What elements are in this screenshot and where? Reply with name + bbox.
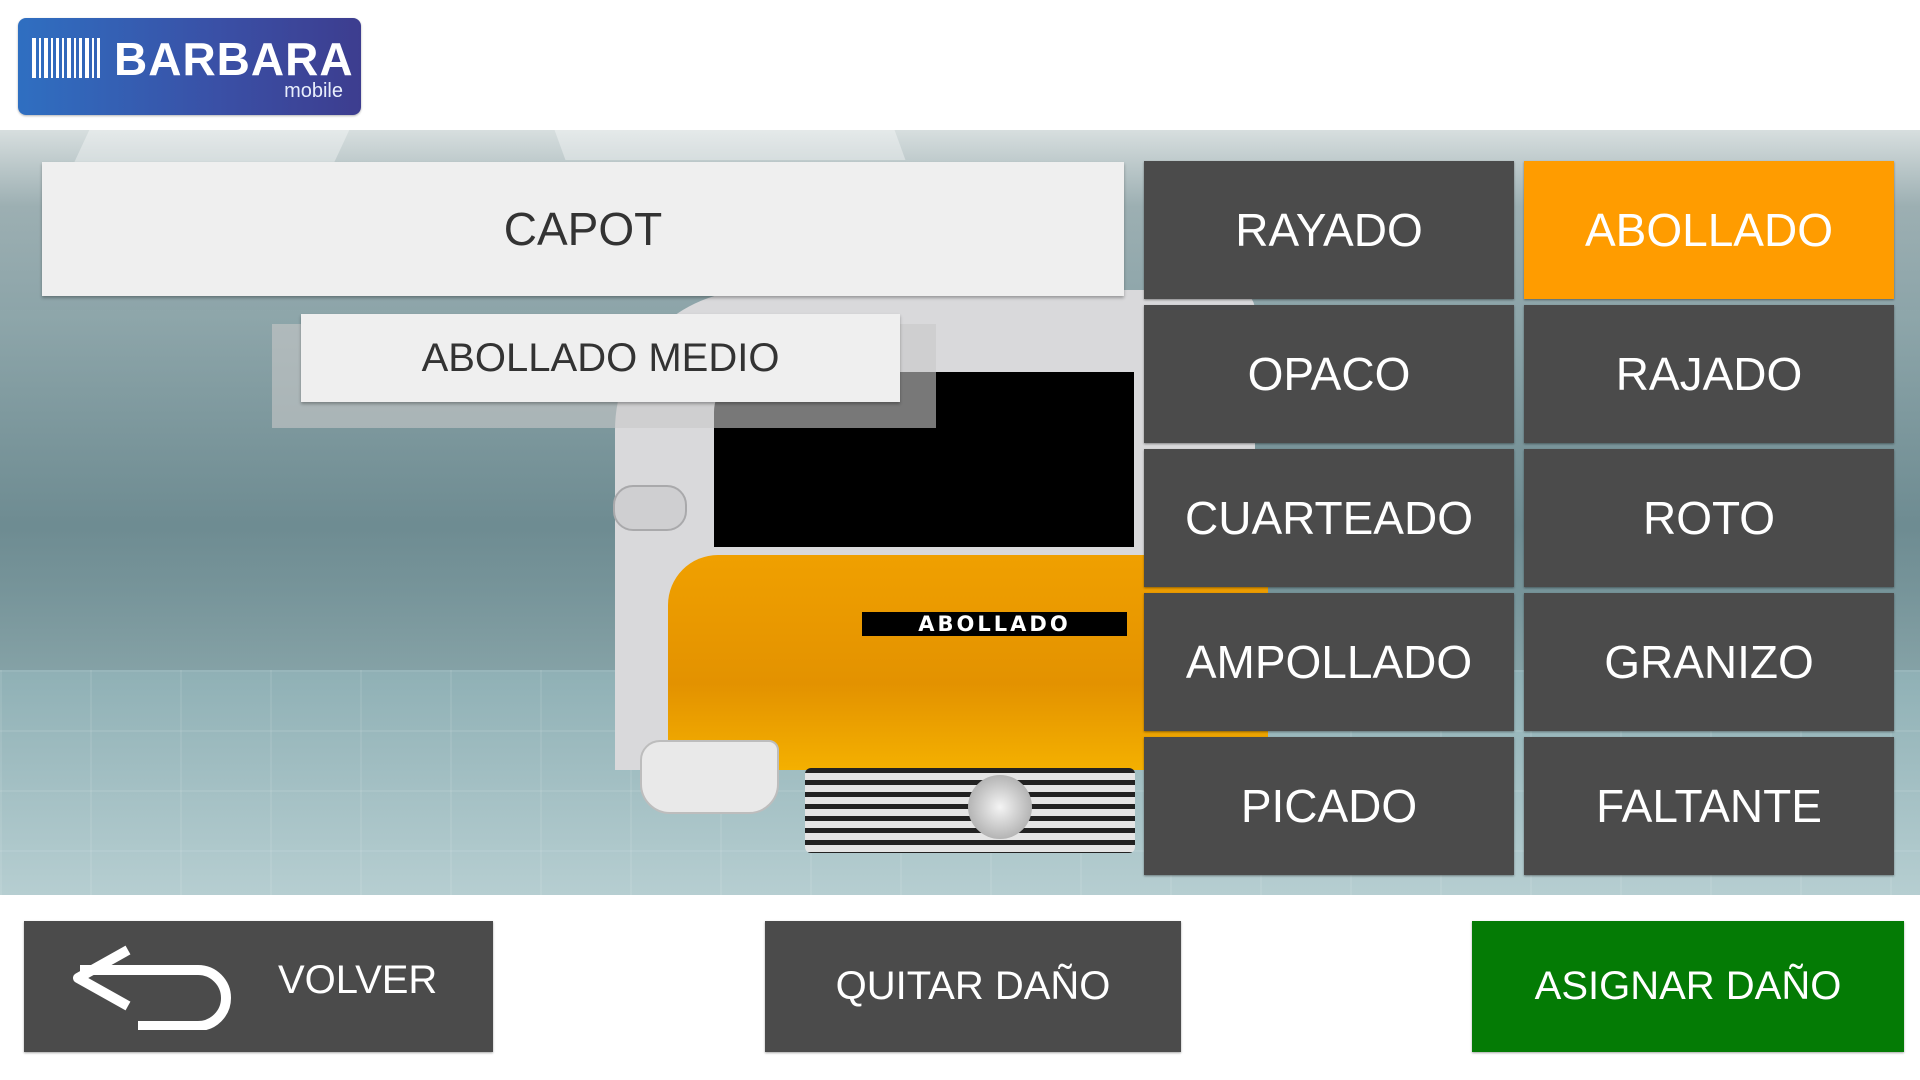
logo-text: BARBARA xyxy=(114,33,354,85)
ceiling-light xyxy=(554,130,906,160)
damage-button-granizo[interactable]: GRANIZO xyxy=(1524,593,1894,731)
vehicle-emblem xyxy=(968,775,1032,839)
damage-detail-label: ABOLLADO MEDIO xyxy=(301,314,900,402)
selected-part-title: CAPOT xyxy=(42,162,1124,296)
damage-button-faltante[interactable]: FALTANTE xyxy=(1524,737,1894,875)
header: BARBARA mobile xyxy=(0,0,1920,130)
damage-button-abollado[interactable]: ABOLLADO xyxy=(1524,161,1894,299)
damage-button-cuarteado[interactable]: CUARTEADO xyxy=(1144,449,1514,587)
damage-button-ampollado[interactable]: AMPOLLADO xyxy=(1144,593,1514,731)
back-arrow-icon xyxy=(73,945,231,1030)
vehicle-headlight xyxy=(640,740,779,814)
assign-damage-button[interactable]: ASIGNAR DAÑO xyxy=(1472,921,1904,1052)
barbara-logo: BARBARA mobile xyxy=(18,18,361,115)
damage-button-opaco[interactable]: OPACO xyxy=(1144,305,1514,443)
remove-damage-button[interactable]: QUITAR DAÑO xyxy=(765,921,1181,1052)
hood-damage-label: ABOLLADO xyxy=(862,612,1127,636)
back-button-label: VOLVER xyxy=(278,958,438,1002)
damage-button-roto[interactable]: ROTO xyxy=(1524,449,1894,587)
damage-button-rayado[interactable]: RAYADO xyxy=(1144,161,1514,299)
vehicle-mirror xyxy=(613,485,687,531)
logo-subtext: mobile xyxy=(284,80,343,102)
barcode-icon xyxy=(32,38,104,78)
damage-button-rajado[interactable]: RAJADO xyxy=(1524,305,1894,443)
damage-button-picado[interactable]: PICADO xyxy=(1144,737,1514,875)
